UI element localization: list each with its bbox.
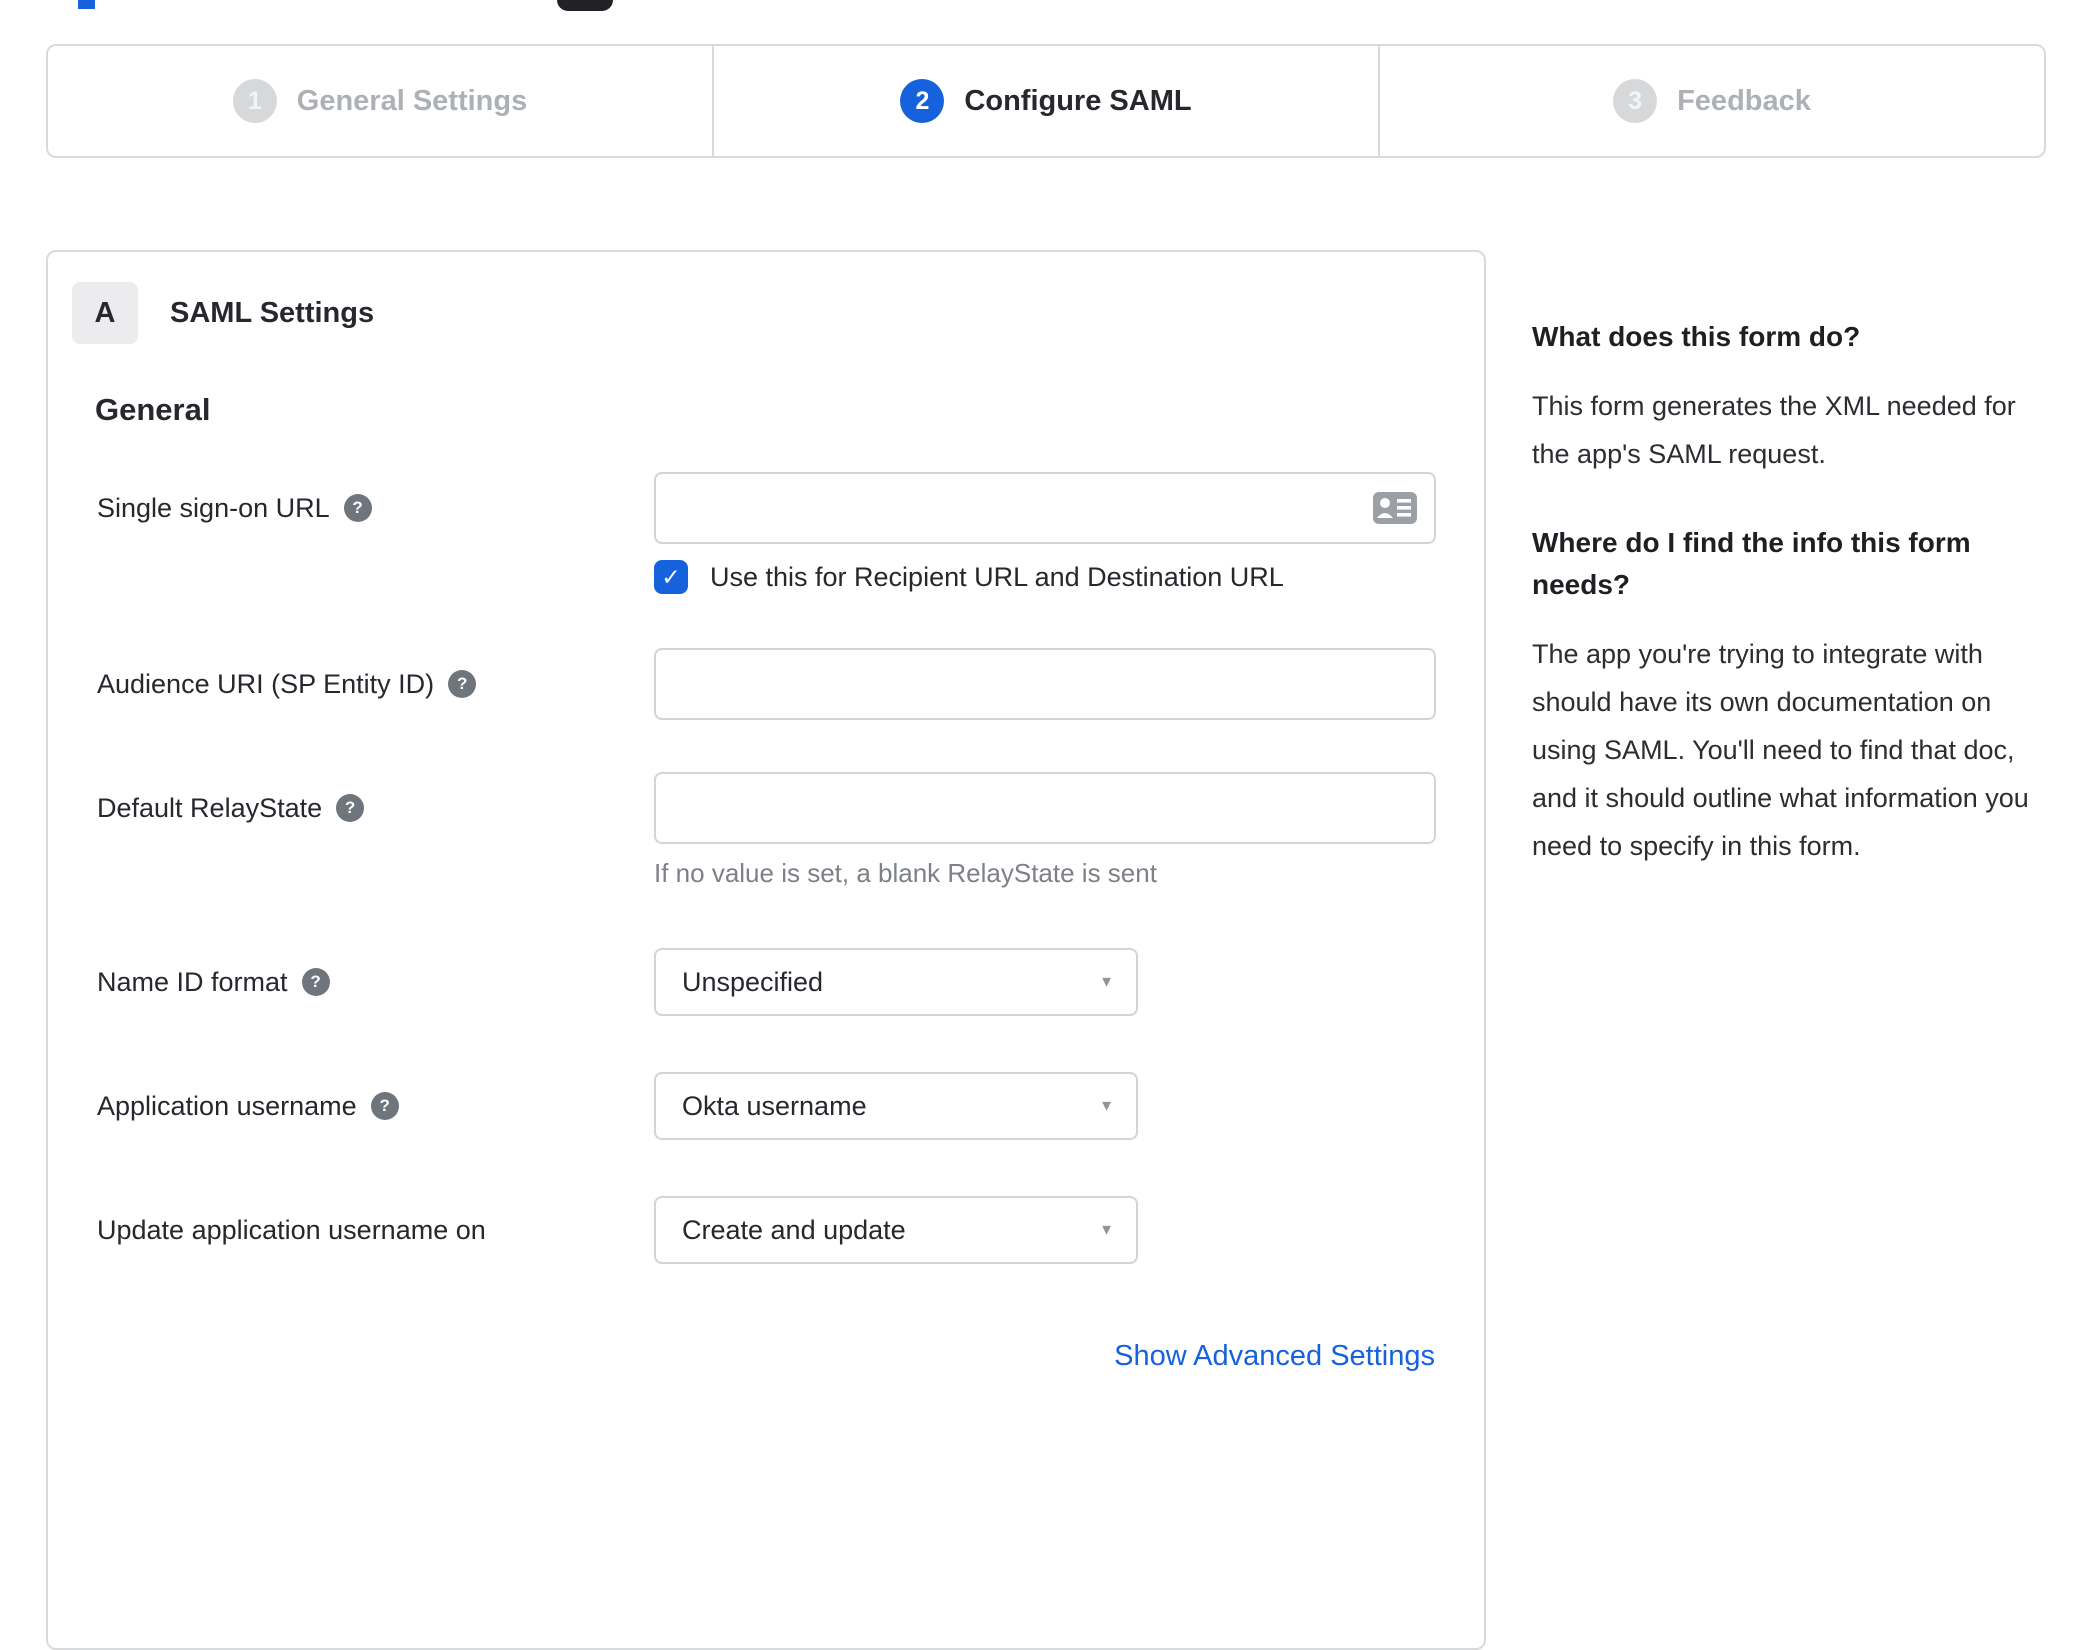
default-relaystate-input-wrap (654, 772, 1436, 844)
use-for-recipient-url-checkbox[interactable]: ✓ (654, 560, 688, 594)
single-sign-on-url-input[interactable] (654, 472, 1436, 544)
field-label: Update application username on (97, 1214, 486, 1245)
field-label: Audience URI (SP Entity ID) (97, 668, 435, 699)
contact-card-icon (1373, 492, 1417, 524)
field-label-wrap: Update application username on (97, 1196, 654, 1264)
name-id-format-select[interactable]: Unspecified ▼ (654, 948, 1138, 1016)
audience-uri-input-wrap (654, 648, 1436, 720)
help-icon[interactable]: ? (301, 968, 330, 996)
field-row-audience-uri: Audience URI (SP Entity ID) ? (97, 648, 1436, 720)
field-row-name-id-format: Name ID format ? Unspecified ▼ (97, 948, 1138, 1016)
general-section-heading: General (95, 392, 211, 427)
stepper-step-feedback[interactable]: 3 Feedback (1378, 46, 2044, 156)
help-body-what: This form generates the XML needed for t… (1532, 391, 2016, 469)
field-row-single-sign-on-url: Single sign-on URL ? ✓ Use this for Reci… (97, 472, 1436, 594)
panel-header: A SAML Settings (72, 282, 374, 344)
clipped-header-dark-fragment (557, 0, 613, 11)
select-value: Unspecified (682, 966, 824, 997)
help-icon[interactable]: ? (343, 494, 372, 522)
recipient-url-checkbox-row: ✓ Use this for Recipient URL and Destina… (654, 560, 1436, 594)
update-application-username-select[interactable]: Create and update ▼ (654, 1196, 1138, 1264)
field-row-default-relaystate: Default RelayState ? If no value is set,… (97, 772, 1436, 889)
panel-title: SAML Settings (170, 296, 375, 329)
stepper-step-general-settings[interactable]: 1 General Settings (48, 46, 712, 156)
chevron-down-icon: ▼ (1099, 1221, 1114, 1239)
field-label: Default RelayState (97, 792, 323, 823)
default-relaystate-input[interactable] (654, 772, 1436, 844)
step-label: Configure SAML (964, 84, 1192, 117)
relaystate-helper-text: If no value is set, a blank RelayState i… (654, 858, 1157, 888)
clipped-header-blue-fragment (78, 0, 95, 9)
step-label: Feedback (1677, 84, 1811, 117)
help-panel: What does this form do? This form genera… (1532, 316, 2046, 870)
help-heading-what: What does this form do? (1532, 321, 1861, 352)
step-number-badge: 1 (232, 79, 277, 123)
field-label-wrap: Default RelayState ? (97, 772, 654, 844)
step-number-badge: 3 (1613, 79, 1658, 123)
help-icon[interactable]: ? (448, 670, 477, 698)
field-row-update-application-username: Update application username on Create an… (97, 1196, 1138, 1264)
wizard-stepper: 1 General Settings 2 Configure SAML 3 Fe… (46, 44, 2046, 158)
help-heading-where: Where do I find the info this form needs… (1532, 527, 1971, 600)
field-label: Name ID format (97, 966, 288, 997)
step-label: General Settings (296, 84, 528, 117)
audience-uri-input[interactable] (654, 648, 1436, 720)
stepper-step-configure-saml[interactable]: 2 Configure SAML (712, 46, 1378, 156)
show-advanced-settings-link[interactable]: Show Advanced Settings (1114, 1340, 1435, 1373)
check-icon: ✓ (661, 563, 681, 590)
help-icon[interactable]: ? (336, 794, 365, 822)
checkbox-label: Use this for Recipient URL and Destinati… (710, 561, 1284, 592)
field-label-wrap: Single sign-on URL ? (97, 472, 654, 544)
field-label: Single sign-on URL (97, 492, 330, 523)
chevron-down-icon: ▼ (1099, 1097, 1114, 1115)
single-sign-on-url-input-wrap (654, 472, 1436, 544)
help-body-where: The app you're trying to integrate with … (1532, 639, 2029, 861)
select-value: Create and update (682, 1214, 906, 1245)
application-username-select[interactable]: Okta username ▼ (654, 1072, 1138, 1140)
field-label-wrap: Audience URI (SP Entity ID) ? (97, 648, 654, 720)
help-icon[interactable]: ? (370, 1092, 399, 1120)
section-a-badge: A (72, 282, 138, 344)
field-label-wrap: Application username ? (97, 1072, 654, 1140)
saml-settings-panel: A SAML Settings General Single sign-on U… (46, 250, 1486, 1650)
field-row-application-username: Application username ? Okta username ▼ (97, 1072, 1138, 1140)
field-label: Application username (97, 1090, 357, 1121)
step-number-badge: 2 (900, 79, 945, 123)
field-label-wrap: Name ID format ? (97, 948, 654, 1016)
chevron-down-icon: ▼ (1099, 973, 1114, 991)
select-value: Okta username (682, 1090, 867, 1121)
